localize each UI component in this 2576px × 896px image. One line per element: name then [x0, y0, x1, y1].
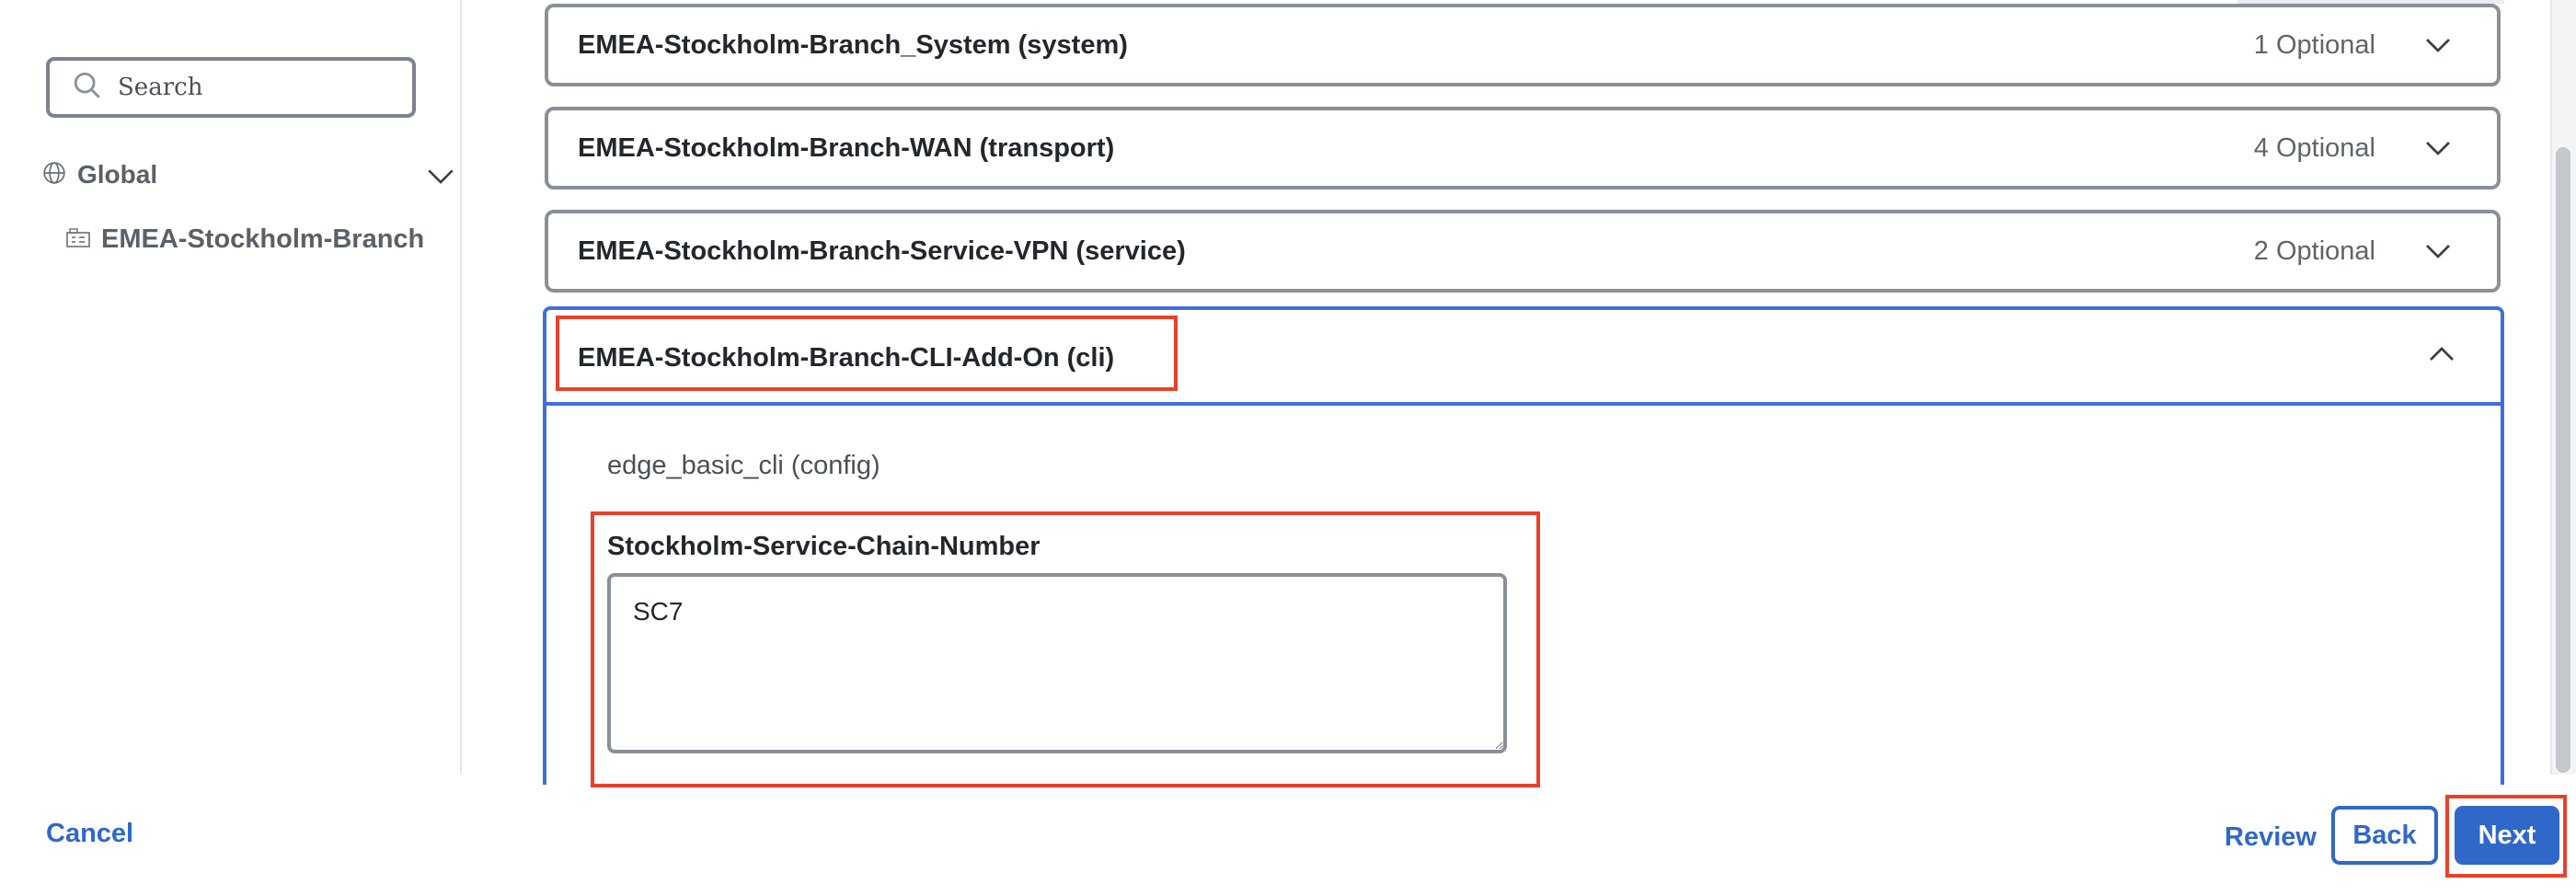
globe-icon [42, 161, 66, 190]
accordion-title: EMEA-Stockholm-Branch-CLI-Add-On (cli) [578, 343, 1115, 373]
chevron-down-icon[interactable] [425, 160, 456, 191]
optional-count: 1 Optional [2253, 29, 2375, 60]
tree-item-site[interactable]: EMEA-Stockholm-Branch [66, 224, 424, 255]
field-label: Stockholm-Service-Chain-Number [607, 532, 1041, 561]
accordion-title: EMEA-Stockholm-Branch-WAN (transport) [578, 132, 1115, 163]
accordion-cli-header[interactable]: EMEA-Stockholm-Branch-CLI-Add-On (cli) [546, 310, 2501, 406]
chevron-up-icon[interactable] [2425, 338, 2458, 371]
accordion-service[interactable]: EMEA-Stockholm-Branch-Service-VPN (servi… [545, 210, 2501, 293]
search-box[interactable] [46, 57, 416, 118]
accordion-title: EMEA-Stockholm-Branch-Service-VPN (servi… [578, 235, 1186, 266]
search-input[interactable] [116, 73, 396, 102]
service-chain-number-field[interactable]: SC7 [607, 573, 1507, 753]
optional-count: 2 Optional [2253, 235, 2375, 266]
chevron-down-icon[interactable] [2421, 132, 2455, 165]
cancel-button[interactable]: Cancel [46, 819, 133, 849]
scrollbar[interactable] [2550, 0, 2576, 775]
chevron-down-icon[interactable] [2421, 235, 2455, 268]
review-button[interactable]: Review [2225, 822, 2317, 853]
search-icon [72, 70, 103, 106]
back-button[interactable]: Back [2331, 806, 2438, 865]
accordion-transport[interactable]: EMEA-Stockholm-Branch-WAN (transport) 4 … [545, 107, 2501, 190]
accordion-system[interactable]: EMEA-Stockholm-Branch_System (system) 1 … [545, 4, 2501, 86]
tree-item-global-label: Global [77, 160, 158, 189]
tree-item-global[interactable]: Global [42, 156, 456, 193]
tree-item-site-label: EMEA-Stockholm-Branch [101, 224, 425, 254]
chevron-down-icon[interactable] [2421, 29, 2455, 62]
section-label: edge_basic_cli (config) [607, 451, 880, 480]
scrollbar-thumb[interactable] [2556, 147, 2570, 773]
next-button[interactable]: Next [2455, 806, 2559, 865]
optional-count: 4 Optional [2253, 132, 2375, 163]
building-icon [66, 226, 90, 253]
sidebar: Global EMEA-Stockholm-Branch [0, 0, 462, 775]
accordion-title: EMEA-Stockholm-Branch_System (system) [578, 29, 1128, 60]
